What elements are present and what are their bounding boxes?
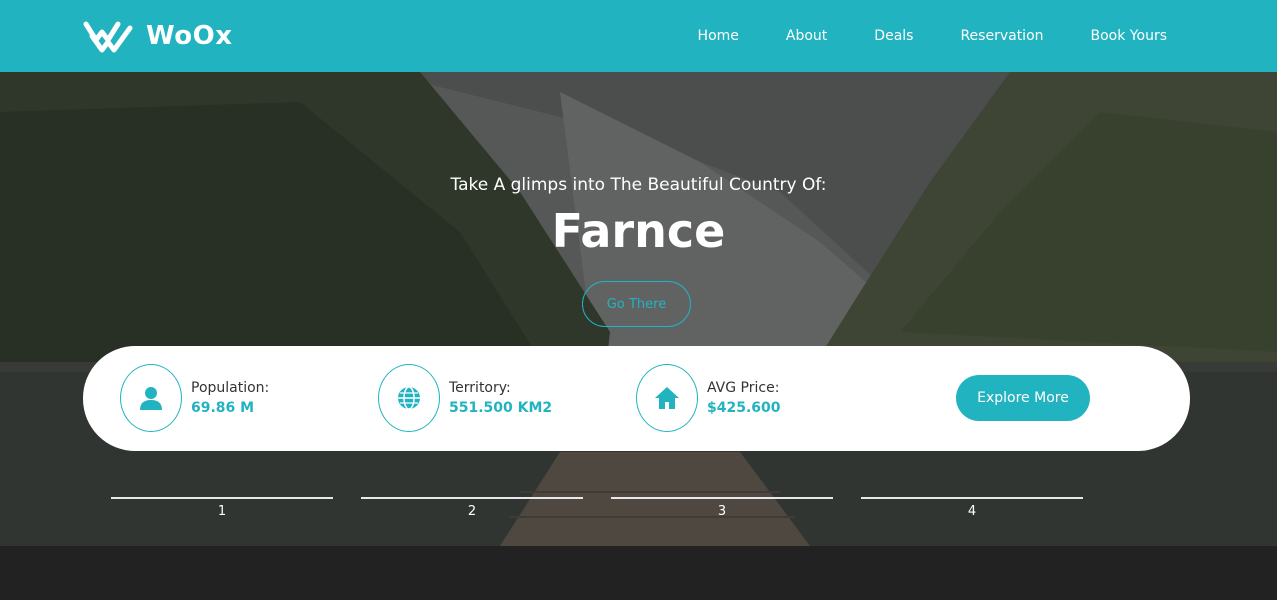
indicator-number: 3 (717, 504, 727, 519)
info-avg-price: AVG Price: $425.600 (636, 364, 781, 432)
brand-name: WoOx (146, 21, 233, 51)
avg-price-label: AVG Price: (707, 380, 780, 396)
hero-banner: Take A glimps into The Beautiful Country… (0, 72, 1277, 546)
indicator-line (611, 497, 833, 499)
go-there-button[interactable]: Go There (582, 281, 691, 327)
population-label: Population: (191, 380, 270, 396)
woox-logo-icon (83, 21, 133, 53)
slide-indicator-2[interactable]: 2 (361, 497, 583, 519)
indicator-line (861, 497, 1083, 499)
indicator-line (111, 497, 333, 499)
indicator-number: 2 (467, 504, 477, 519)
dark-section (0, 546, 1277, 600)
indicator-number: 4 (967, 504, 977, 519)
nav-home[interactable]: Home (698, 28, 739, 44)
territory-label: Territory: (449, 380, 511, 396)
globe-icon (398, 386, 420, 410)
indicator-number: 1 (217, 504, 227, 519)
brand-logo[interactable]: WoOx (82, 18, 233, 54)
site-header: WoOx Home About Deals Reservation Book Y… (0, 0, 1277, 72)
indicator-line (361, 497, 583, 499)
nav-deals[interactable]: Deals (874, 28, 913, 44)
slide-indicator-3[interactable]: 3 (611, 497, 833, 519)
territory-icon-circle (378, 364, 440, 432)
population-icon-circle (120, 364, 182, 432)
slide-indicator-4[interactable]: 4 (861, 497, 1083, 519)
avg-price-icon-circle (636, 364, 698, 432)
slide-indicator-1[interactable]: 1 (111, 497, 333, 519)
hero-subtitle: Take A glimps into The Beautiful Country… (450, 175, 827, 195)
explore-more-button[interactable]: Explore More (956, 375, 1090, 421)
nav-reservation[interactable]: Reservation (960, 28, 1043, 44)
country-info-bar: Population: 69.86 M Territory: 551.500 K… (83, 346, 1190, 451)
nav-about[interactable]: About (786, 28, 827, 44)
territory-value: 551.500 KM2 (449, 400, 553, 416)
population-value: 69.86 M (191, 400, 255, 416)
home-icon (655, 387, 679, 409)
country-title: Farnce (551, 204, 726, 258)
avg-price-value: $425.600 (707, 400, 781, 416)
info-population: Population: 69.86 M (120, 364, 269, 432)
main-nav: Home About Deals Reservation Book Yours (651, 0, 1167, 72)
nav-book-yours[interactable]: Book Yours (1091, 28, 1167, 44)
info-territory: Territory: 551.500 KM2 (378, 364, 552, 432)
person-icon (140, 387, 162, 410)
